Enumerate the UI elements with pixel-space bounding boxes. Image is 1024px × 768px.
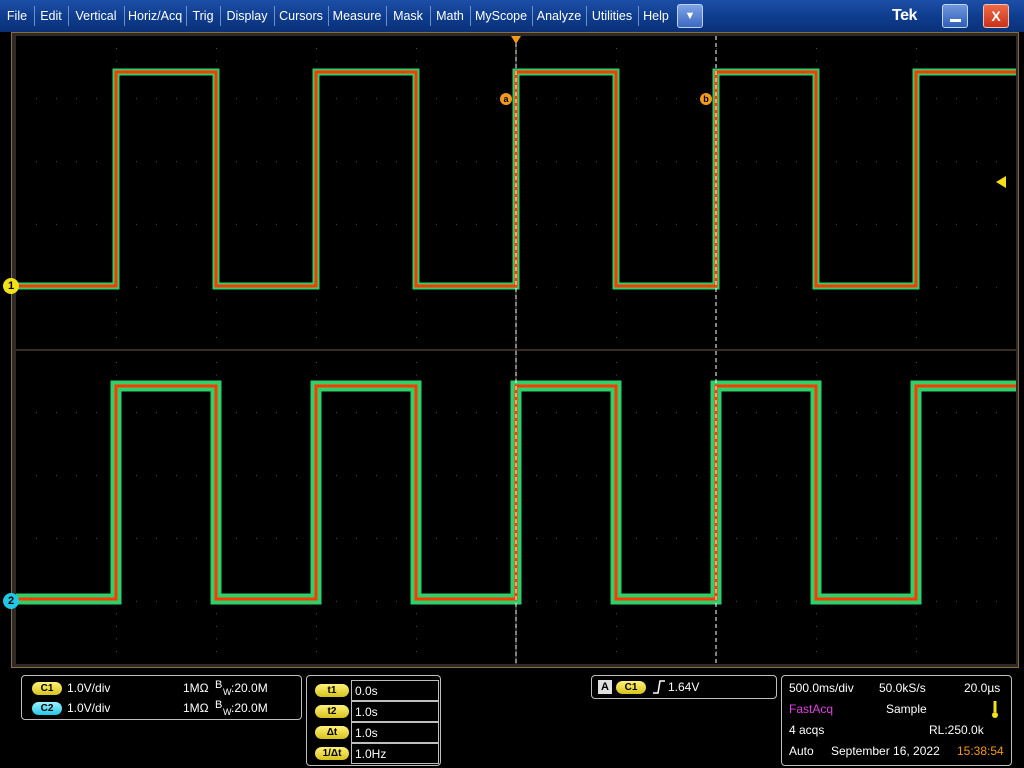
trigger-level: 1.64V [668, 680, 700, 694]
menu-edit[interactable]: Edit [38, 0, 64, 32]
date: September 16, 2022 [831, 744, 940, 758]
channel-panel[interactable]: C1 1.0V/div 1MΩ B W :20.0M C2 1.0V/div 1… [21, 675, 302, 720]
cursor-b-marker[interactable]: b [700, 93, 712, 105]
cursor-t2-box: 1.0s [351, 701, 439, 722]
ch2-bw-prefix: B [215, 699, 223, 711]
menu-horiz-acq[interactable]: Horiz/Acq [128, 0, 182, 32]
menu-separator [638, 6, 639, 26]
cursor-freq-box: 1.0Hz [351, 743, 439, 764]
minimize-icon [950, 19, 961, 22]
acquisition-count: 4 acqs [789, 723, 825, 737]
menu-separator [34, 6, 35, 26]
menu-separator [386, 6, 387, 26]
menu-separator [186, 6, 187, 26]
cursor-delta-box: 1.0s [351, 722, 439, 743]
menu-separator [532, 6, 533, 26]
menu-mask[interactable]: Mask [390, 0, 426, 32]
menu-separator [68, 6, 69, 26]
menu-vertical[interactable]: Vertical [72, 0, 120, 32]
ch1-impedance: 1MΩ [183, 681, 209, 695]
ch1-bandwidth: :20.0M [231, 681, 268, 695]
cursor-readout-panel[interactable]: t1 0.0s t2 1.0s Δt 1.0s 1/Δt 1.0Hz [306, 675, 441, 766]
menu-separator [328, 6, 329, 26]
time: 15:38:54 [957, 744, 1004, 758]
cursor-delta-value: 1.0s [355, 726, 378, 740]
menu-help[interactable]: Help [642, 0, 670, 32]
ch2-scale: 1.0V/div [67, 701, 111, 715]
timebase: 500.0ms/div [789, 681, 854, 695]
run-indicator-icon [992, 701, 998, 718]
menu-separator [470, 6, 471, 26]
ch2-offset-marker[interactable]: 2 [3, 593, 19, 609]
waveform-display [16, 36, 1016, 664]
trigger-position-marker [511, 36, 521, 44]
cursor-t1-box: 0.0s [351, 680, 439, 701]
menu-separator [274, 6, 275, 26]
menu-math[interactable]: Math [434, 0, 466, 32]
menu-bar: File Edit Vertical Horiz/Acq Trig Displa… [0, 0, 1024, 32]
menu-cursors[interactable]: Cursors [278, 0, 324, 32]
minimize-button[interactable] [942, 4, 968, 28]
cursor-t2-value: 1.0s [355, 705, 378, 719]
record-length: RL:250.0k [929, 723, 984, 737]
menu-separator [586, 6, 587, 26]
trigger-mode: Auto [789, 744, 814, 758]
trigger-source-badge: C1 [616, 681, 646, 694]
cursor-freq-value: 1.0Hz [355, 747, 387, 761]
menu-dropdown-button[interactable]: ▼ [677, 4, 703, 28]
menu-analyze[interactable]: Analyze [536, 0, 582, 32]
ch2-badge[interactable]: C2 [32, 702, 62, 715]
menu-utilities[interactable]: Utilities [590, 0, 634, 32]
close-button[interactable]: X [983, 4, 1009, 28]
menu-measure[interactable]: Measure [332, 0, 382, 32]
rising-edge-icon [653, 680, 665, 694]
trigger-panel[interactable]: A C1 1.64V [591, 675, 777, 699]
brand-logo: Tek [892, 7, 917, 24]
fastacq-status: FastAcq [789, 702, 834, 716]
cursor-freq-badge: 1/Δt [315, 747, 349, 760]
menu-separator [220, 6, 221, 26]
sample-mode: Sample [886, 702, 927, 716]
trigger-mode-badge: A [598, 680, 612, 694]
cursor-t1-value: 0.0s [355, 684, 378, 698]
ch2-impedance: 1MΩ [183, 701, 209, 715]
trigger-level-marker [996, 176, 1006, 188]
ch1-offset-marker[interactable]: 1 [3, 278, 19, 294]
cursor-t2-badge: t2 [315, 705, 349, 718]
menu-separator [124, 6, 125, 26]
cursor-a-marker[interactable]: a [500, 93, 512, 105]
ch1-badge[interactable]: C1 [32, 682, 62, 695]
resolution: 20.0µs [964, 681, 1001, 695]
waveform-graticule[interactable]: a b [16, 36, 1016, 664]
acquisition-panel[interactable]: 500.0ms/div 50.0kS/s 20.0µs FastAcq Samp… [781, 675, 1012, 766]
menu-separator [430, 6, 431, 26]
menu-trig[interactable]: Trig [190, 0, 216, 32]
menu-myscope[interactable]: MyScope [474, 0, 528, 32]
menu-display[interactable]: Display [224, 0, 270, 32]
cursor-t1-badge: t1 [315, 684, 349, 697]
sample-rate: 50.0kS/s [879, 681, 926, 695]
ch1-scale: 1.0V/div [67, 681, 111, 695]
menu-file[interactable]: File [4, 0, 30, 32]
ch2-bandwidth: :20.0M [231, 701, 268, 715]
ch1-bw-prefix: B [215, 679, 223, 691]
cursor-delta-badge: Δt [315, 726, 349, 739]
